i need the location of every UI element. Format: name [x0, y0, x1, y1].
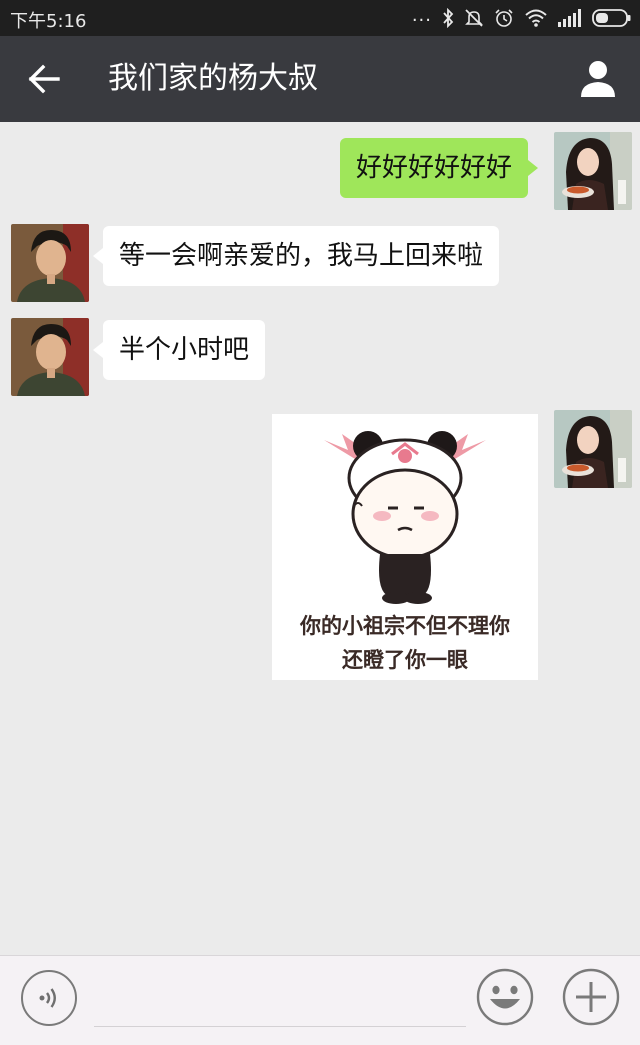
sticker-message[interactable]: 你的小祖宗不但不理你 还瞪了你一眼 [272, 414, 538, 680]
status-bar: 下午5:16 ... [0, 0, 640, 36]
status-time: 下午5:16 [10, 11, 87, 32]
chat-title: 我们家的杨大叔 [108, 61, 318, 96]
more-dots: ... [411, 4, 432, 26]
avatar-girl-image [554, 132, 632, 210]
wifi-icon [525, 9, 547, 27]
message-bubble-received[interactable]: 半个小时吧 [92, 320, 266, 380]
signal-icon [558, 9, 581, 27]
plus-icon [562, 968, 620, 1026]
avatar-boy-image [11, 318, 89, 396]
sticker-caption-line2: 还瞪了你一眼 [342, 648, 468, 672]
message-bubble-received[interactable]: 等一会啊亲爱的，我马上回来啦 [92, 226, 500, 286]
my-avatar[interactable] [554, 410, 632, 488]
bluetooth-icon [443, 8, 454, 28]
more-actions-button[interactable] [562, 968, 620, 1026]
title-bar: 我们家的杨大叔 [0, 36, 640, 122]
input-bar [0, 955, 640, 1045]
back-button[interactable] [22, 58, 66, 100]
message-bubble-sent[interactable]: 好好好好好好 [340, 138, 539, 198]
chat-area[interactable]: 好好好好好好 等一会啊亲爱的，我马上回来啦 半个小时吧 你的小祖宗不但不理你 还… [0, 122, 640, 955]
voice-button[interactable] [21, 970, 77, 1026]
status-icons: ... [411, 4, 632, 30]
contact-avatar[interactable] [11, 224, 89, 302]
my-avatar[interactable] [554, 132, 632, 210]
emoji-button[interactable] [476, 968, 534, 1026]
emoji-icon [476, 968, 534, 1026]
contact-avatar[interactable] [11, 318, 89, 396]
avatar-girl-image [554, 410, 632, 488]
back-arrow-icon [28, 64, 60, 94]
profile-button[interactable] [576, 56, 620, 102]
silent-icon [465, 9, 483, 27]
sticker-caption-line1: 你的小祖宗不但不理你 [300, 614, 510, 638]
message-input[interactable] [94, 976, 466, 1027]
battery-icon [592, 9, 631, 27]
profile-icon [581, 61, 615, 97]
alarm-icon [495, 9, 513, 27]
voice-icon [39, 988, 56, 1008]
avatar-boy-image [11, 224, 89, 302]
